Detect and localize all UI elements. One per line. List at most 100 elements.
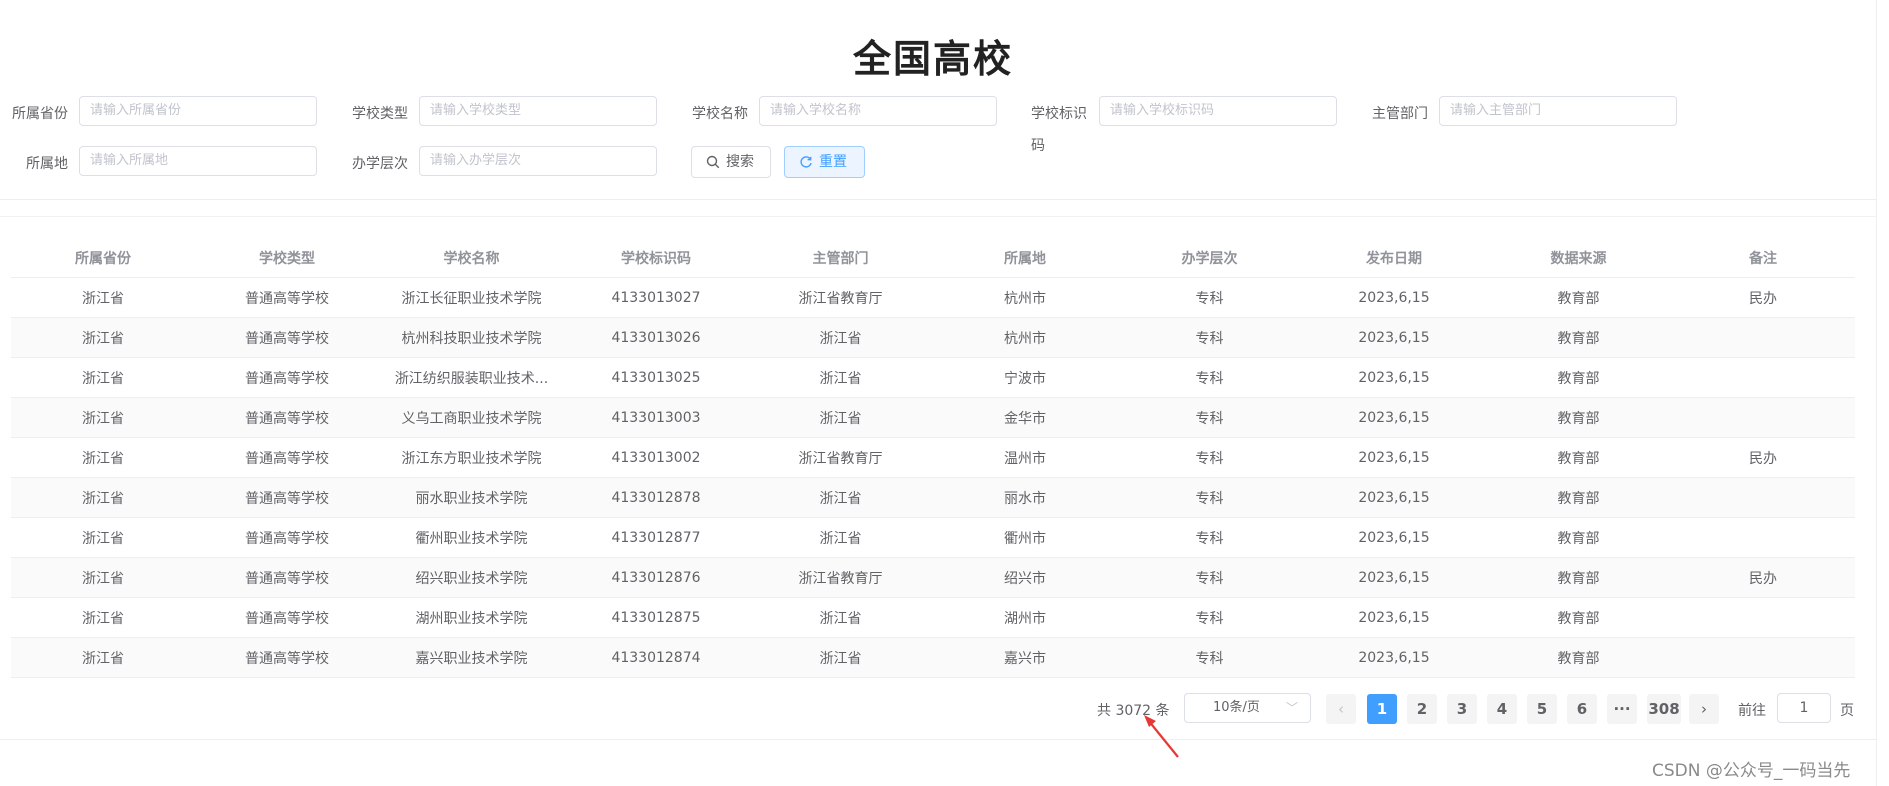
page-button-4[interactable]: 4 [1487, 694, 1517, 724]
page-button-2[interactable]: 2 [1407, 694, 1437, 724]
cell-publish-date: 2023,6,15 [1302, 597, 1486, 638]
cell-remark: 民办 [1671, 437, 1855, 478]
cell-school-code: 4133013026 [564, 317, 748, 358]
cell-publish-date: 2023,6,15 [1302, 637, 1486, 678]
header-level[interactable]: 办学层次 [1117, 238, 1302, 278]
cell-level: 专科 [1117, 597, 1302, 638]
cell-school-name: 绍兴职业技术学院 [379, 557, 564, 598]
cell-school-name: 浙江长征职业技术学院 [379, 277, 564, 318]
cell-school-type: 普通高等学校 [195, 637, 379, 678]
table-row[interactable]: 浙江省 普通高等学校 浙江东方职业技术学院 4133013002 浙江省教育厅 温州市 专科… [11, 437, 1855, 478]
header-school-name[interactable]: 学校名称 [379, 238, 564, 278]
cell-level: 专科 [1117, 637, 1302, 678]
table-row[interactable]: 浙江省 普通高等学校 杭州科技职业技术学院 4133013026 浙江省 杭州市 专科 202… [11, 317, 1855, 358]
cell-school-type: 普通高等学校 [195, 477, 379, 518]
cell-department: 浙江省 [748, 317, 933, 358]
cell-publish-date: 2023,6,15 [1302, 357, 1486, 398]
table-row[interactable]: 浙江省 普通高等学校 丽水职业技术学院 4133012878 浙江省 丽水市 专科 2023,… [11, 477, 1855, 518]
search-button[interactable]: 搜索 [691, 146, 771, 178]
page-button-6[interactable]: 6 [1567, 694, 1597, 724]
reset-button[interactable]: 重置 [784, 146, 865, 178]
goto-label: 前往 [1738, 703, 1766, 719]
cell-school-code: 4133013002 [564, 437, 748, 478]
cell-school-type: 普通高等学校 [195, 357, 379, 398]
level-label: 办学层次 [352, 156, 408, 172]
table-header-row: 所属省份 学校类型 学校名称 学校标识码 主管部门 所属地 办学层次 发布日期 … [11, 238, 1855, 278]
cell-remark: 民办 [1671, 557, 1855, 598]
cell-school-type: 普通高等学校 [195, 277, 379, 318]
cell-school-type: 普通高等学校 [195, 437, 379, 478]
more-pages-button[interactable]: ··· [1607, 694, 1637, 724]
province-input[interactable]: 请输入所属省份 [79, 96, 317, 126]
cell-remark: 民办 [1671, 277, 1855, 318]
cell-province: 浙江省 [11, 477, 195, 518]
cell-source: 教育部 [1486, 557, 1671, 598]
cell-school-code: 4133013027 [564, 277, 748, 318]
cell-province: 浙江省 [11, 317, 195, 358]
cell-city: 嘉兴市 [933, 637, 1117, 678]
city-input[interactable]: 请输入所属地 [79, 146, 317, 176]
cell-school-name: 杭州科技职业技术学院 [379, 317, 564, 358]
cell-school-type: 普通高等学校 [195, 397, 379, 438]
school-name-input[interactable]: 请输入学校名称 [759, 96, 997, 126]
table-row[interactable]: 浙江省 普通高等学校 绍兴职业技术学院 4133012876 浙江省教育厅 绍兴市 专科 20… [11, 557, 1855, 598]
cell-publish-date: 2023,6,15 [1302, 277, 1486, 318]
cell-publish-date: 2023,6,15 [1302, 437, 1486, 478]
cell-school-name: 嘉兴职业技术学院 [379, 637, 564, 678]
schools-table: 所属省份 学校类型 学校名称 学校标识码 主管部门 所属地 办学层次 发布日期 … [11, 238, 1855, 678]
prev-page-button[interactable]: ‹ [1326, 694, 1356, 724]
cell-school-name: 湖州职业技术学院 [379, 597, 564, 638]
cell-school-name: 浙江纺织服装职业技术... [379, 357, 564, 398]
header-province[interactable]: 所属省份 [11, 238, 195, 278]
header-department[interactable]: 主管部门 [748, 238, 933, 278]
cell-publish-date: 2023,6,15 [1302, 557, 1486, 598]
cell-school-name: 丽水职业技术学院 [379, 477, 564, 518]
cell-province: 浙江省 [11, 517, 195, 558]
cell-department: 浙江省教育厅 [748, 557, 933, 598]
cell-publish-date: 2023,6,15 [1302, 317, 1486, 358]
table-row[interactable]: 浙江省 普通高等学校 嘉兴职业技术学院 4133012874 浙江省 嘉兴市 专科 2023,… [11, 637, 1855, 678]
table-row[interactable]: 浙江省 普通高等学校 义乌工商职业技术学院 4133013003 浙江省 金华市 专科 202… [11, 397, 1855, 438]
cell-level: 专科 [1117, 517, 1302, 558]
cell-school-type: 普通高等学校 [195, 597, 379, 638]
city-label: 所属地 [26, 156, 68, 172]
next-page-button[interactable]: › [1689, 694, 1719, 724]
page-size-select[interactable]: 10条/页 ﹀ [1184, 693, 1311, 723]
header-school-code[interactable]: 学校标识码 [564, 238, 748, 278]
chevron-down-icon: ﹀ [1285, 701, 1298, 715]
cell-source: 教育部 [1486, 517, 1671, 558]
level-input[interactable]: 请输入办学层次 [419, 146, 657, 176]
header-publish-date[interactable]: 发布日期 [1302, 238, 1486, 278]
cell-school-code: 4133012876 [564, 557, 748, 598]
header-city[interactable]: 所属地 [933, 238, 1117, 278]
page-button-last[interactable]: 308 [1647, 694, 1681, 724]
cell-source: 教育部 [1486, 637, 1671, 678]
school-type-input[interactable]: 请输入学校类型 [419, 96, 657, 126]
cell-source: 教育部 [1486, 357, 1671, 398]
page-button-5[interactable]: 5 [1527, 694, 1557, 724]
table-row[interactable]: 浙江省 普通高等学校 湖州职业技术学院 4133012875 浙江省 湖州市 专科 2023,… [11, 597, 1855, 638]
page-button-1[interactable]: 1 [1367, 694, 1397, 724]
scroll-edge [1876, 0, 1877, 786]
school-code-input[interactable]: 请输入学校标识码 [1099, 96, 1337, 126]
table-row[interactable]: 浙江省 普通高等学校 衢州职业技术学院 4133012877 浙江省 衢州市 专科 2023,… [11, 517, 1855, 558]
cell-department: 浙江省教育厅 [748, 277, 933, 318]
annotation-arrow-icon [1144, 715, 1179, 758]
cell-level: 专科 [1117, 557, 1302, 598]
header-remark[interactable]: 备注 [1671, 238, 1855, 278]
cell-school-name: 衢州职业技术学院 [379, 517, 564, 558]
cell-remark [1671, 477, 1855, 518]
goto-page-input[interactable]: 1 [1777, 693, 1831, 723]
header-school-type[interactable]: 学校类型 [195, 238, 379, 278]
table-row[interactable]: 浙江省 普通高等学校 浙江长征职业技术学院 4133013027 浙江省教育厅 杭州市 专科… [11, 277, 1855, 318]
goto-suffix: 页 [1840, 703, 1854, 719]
table-row[interactable]: 浙江省 普通高等学校 浙江纺织服装职业技术... 4133013025 浙江省 宁波市 专科… [11, 357, 1855, 398]
cell-department: 浙江省 [748, 637, 933, 678]
department-input[interactable]: 请输入主管部门 [1439, 96, 1677, 126]
cell-city: 绍兴市 [933, 557, 1117, 598]
cell-city: 杭州市 [933, 317, 1117, 358]
cell-province: 浙江省 [11, 597, 195, 638]
cell-source: 教育部 [1486, 397, 1671, 438]
header-source[interactable]: 数据来源 [1486, 238, 1671, 278]
page-button-3[interactable]: 3 [1447, 694, 1477, 724]
